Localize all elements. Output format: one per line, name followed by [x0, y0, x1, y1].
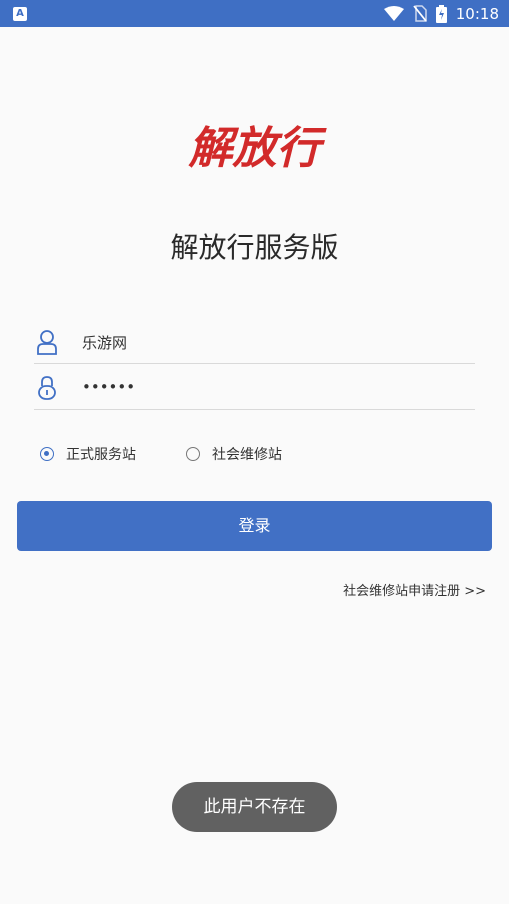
radio-label: 社会维修站	[212, 447, 282, 463]
status-bar: A 10:18	[0, 0, 509, 27]
lock-icon	[38, 376, 56, 400]
password-field[interactable]: ••••••	[34, 366, 475, 410]
station-type-group: 正式服务站 社会维修站	[40, 444, 332, 464]
radio-social-repair-station[interactable]: 社会维修站	[186, 444, 282, 464]
login-button[interactable]: 登录	[17, 501, 492, 551]
radio-unchecked-icon	[186, 447, 200, 461]
status-time: 10:18	[455, 4, 499, 23]
wifi-icon	[383, 5, 404, 21]
username-value: 乐游网	[82, 334, 128, 352]
battery-charging-icon	[435, 4, 447, 23]
app-logo: 解放行	[188, 123, 321, 174]
no-sim-icon	[413, 5, 427, 22]
password-value: ••••••	[82, 378, 136, 396]
radio-label: 正式服务站	[66, 447, 136, 463]
app-notification-icon: A	[13, 7, 27, 21]
user-icon	[37, 330, 57, 355]
register-link[interactable]: 社会维修站申请注册 >>	[343, 580, 486, 599]
app-title: 解放行服务版	[170, 231, 339, 264]
username-field[interactable]: 乐游网	[34, 320, 475, 364]
toast-message: 此用户不存在	[172, 782, 337, 832]
radio-checked-icon	[40, 447, 54, 461]
radio-official-station[interactable]: 正式服务站	[40, 444, 136, 464]
status-icons: 10:18	[383, 0, 499, 27]
